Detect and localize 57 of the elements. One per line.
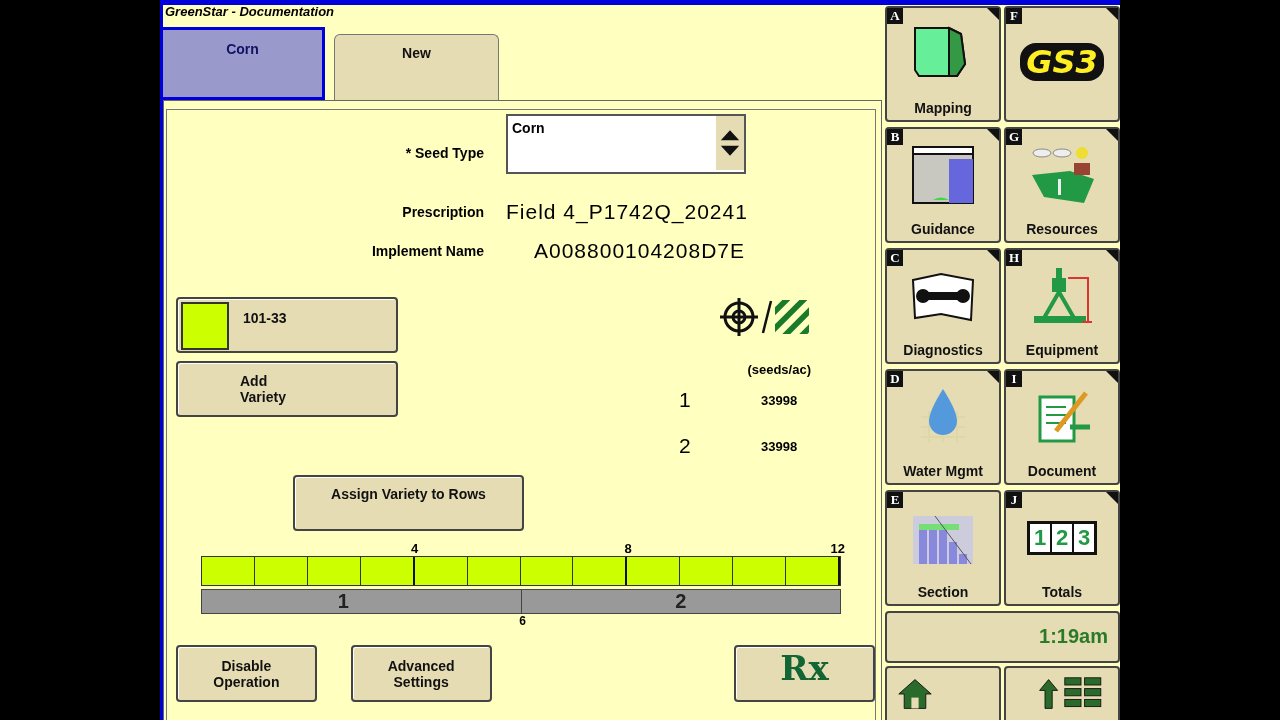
up-down-arrows-icon [716, 116, 744, 170]
key-letter: I [1006, 371, 1022, 387]
prescription-button[interactable]: Rx [734, 645, 875, 702]
softkey-button[interactable]: E Section [885, 490, 1001, 606]
key-letter: C [887, 250, 903, 266]
window-title: GreenStar - Documentation [164, 5, 336, 19]
softkey-button[interactable]: F GS3 [1004, 6, 1120, 122]
key-letter: B [887, 129, 903, 145]
rate-unit: (seeds/ac) [747, 362, 811, 377]
section-label: 1 [337, 590, 349, 612]
tab[interactable]: New [334, 34, 499, 100]
map-screen-icon [910, 145, 976, 205]
field-label: * Seed Type [404, 145, 484, 161]
key-letter: F [1006, 8, 1022, 24]
assign-variety-button[interactable]: Assign Variety to Rows [293, 475, 524, 531]
action-button[interactable]: Disable Operation [176, 645, 317, 702]
nav-button[interactable] [885, 666, 1001, 720]
logo-text: GS3 [1020, 43, 1104, 81]
softkey-button[interactable]: H Equipment [1004, 248, 1120, 364]
seed-rate: 33998 [761, 392, 799, 408]
softkey-button[interactable]: I Document [1004, 369, 1120, 485]
add-variety-button[interactable]: Add Variety [176, 361, 398, 417]
section-label: 2 [675, 590, 687, 612]
key-letter: H [1006, 250, 1022, 266]
row-number: 12 [830, 541, 845, 556]
seed-type-dropdown[interactable]: Corn [506, 114, 746, 174]
row-number: 4 [411, 541, 419, 556]
key-letter: G [1006, 129, 1022, 145]
seed-rate: 33998 [761, 438, 799, 454]
field-label: Prescription [401, 203, 484, 220]
action-button[interactable]: Advanced Settings [350, 645, 492, 702]
farm-landscape-icon [1029, 145, 1095, 205]
softkey-button[interactable]: C Diagnostics [885, 248, 1001, 364]
row-number: 8 [624, 541, 632, 556]
field-label: Implement Name [370, 242, 484, 259]
nav-button[interactable] [1004, 666, 1120, 720]
clock-time: 1:19am [885, 611, 1120, 663]
crosshair-icon [719, 297, 759, 337]
key-letter: A [887, 8, 903, 24]
softkey-button[interactable]: J 1 2 3 Totals [1004, 490, 1120, 606]
variety-button[interactable]: 101-33 [176, 297, 398, 353]
section-number: 2 [679, 434, 691, 458]
key-letter: E [887, 492, 903, 508]
field-value: A008800104208D7E [533, 238, 746, 264]
key-letter: J [1006, 492, 1022, 508]
field-value: Field 4_P1742Q_20241 [506, 199, 749, 226]
counter-icon: 1 2 3 [1027, 521, 1097, 555]
softkey-button[interactable]: A Mapping [885, 6, 1001, 122]
softkey-button[interactable]: B Guidance [885, 127, 1001, 243]
key-letter: D [887, 371, 903, 387]
tab[interactable]: Corn [160, 27, 325, 100]
variety-label: 101-33 [243, 310, 287, 326]
softkey-button[interactable]: D Water Mgmt [885, 369, 1001, 485]
section-number: 1 [679, 388, 691, 412]
home-icon [897, 676, 933, 712]
softkey-button[interactable]: G Resources [1004, 127, 1120, 243]
row-number: 6 [519, 614, 526, 628]
